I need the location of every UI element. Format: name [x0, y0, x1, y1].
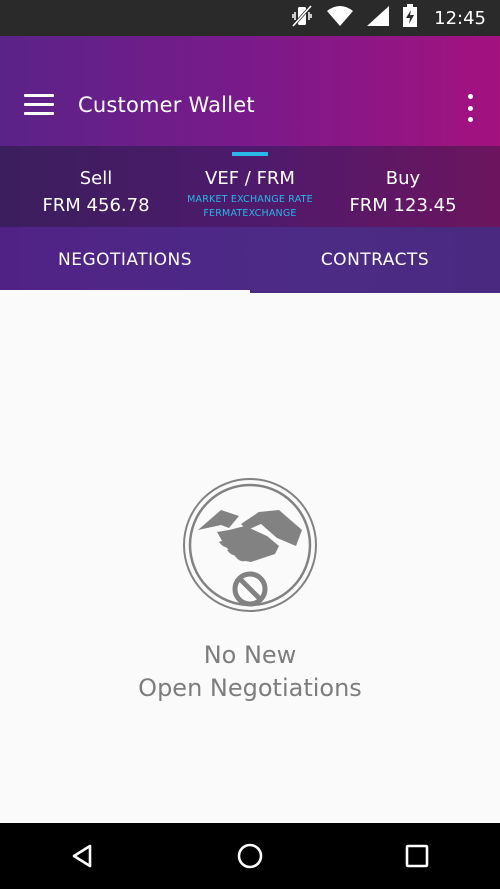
status-bar: 12:45 [0, 0, 500, 36]
empty-message-line1: No New [203, 641, 297, 669]
app-bar: Customer Wallet [0, 36, 500, 146]
rate-type-label: MARKET EXCHANGE RATE [187, 194, 313, 205]
tab-negotiations[interactable]: NEGOTIATIONS [0, 227, 250, 293]
empty-state: No New Open Negotiations [0, 293, 500, 823]
more-vert-icon[interactable] [460, 94, 480, 122]
sell-label: Sell [79, 168, 113, 189]
back-icon[interactable] [53, 826, 113, 886]
battery-charging-icon [402, 4, 418, 32]
sell-value: FRM 456.78 [42, 195, 150, 216]
buy-value: FRM 123.45 [349, 195, 457, 216]
cell-signal-icon [366, 5, 390, 31]
buy-label: Buy [385, 168, 421, 189]
rate-indicator [232, 152, 268, 156]
tab-bar: NEGOTIATIONS CONTRACTS [0, 227, 500, 293]
home-icon[interactable] [220, 826, 280, 886]
empty-message-line2: Open Negotiations [138, 674, 362, 702]
system-nav-bar [0, 823, 500, 889]
status-icons: 12:45 [290, 0, 486, 36]
tab-negotiations-label: NEGOTIATIONS [57, 250, 192, 270]
status-time: 12:45 [434, 7, 486, 29]
exchange-rate-bar: Sell FRM 456.78 VEF / FRM MARKET EXCHANG… [0, 146, 500, 227]
empty-message: No New Open Negotiations [0, 639, 500, 705]
currency-pair[interactable]: VEF / FRM MARKET EXCHANGE RATE FERMATEXC… [165, 168, 335, 221]
provider-label: FERMATEXCHANGE [203, 208, 297, 219]
recents-icon[interactable] [387, 826, 447, 886]
currency-pair-label: VEF / FRM [205, 168, 295, 189]
hamburger-menu-icon[interactable] [24, 94, 54, 118]
tab-contracts-label: CONTRACTS [320, 250, 430, 270]
vibrate-off-icon [290, 4, 314, 32]
buy-rate[interactable]: Buy FRM 123.45 [343, 168, 463, 216]
tab-contracts[interactable]: CONTRACTS [250, 227, 500, 293]
handshake-forbidden-icon [181, 476, 319, 614]
wifi-icon [326, 5, 354, 31]
app-title: Customer Wallet [78, 93, 255, 117]
sell-rate[interactable]: Sell FRM 456.78 [36, 168, 156, 216]
